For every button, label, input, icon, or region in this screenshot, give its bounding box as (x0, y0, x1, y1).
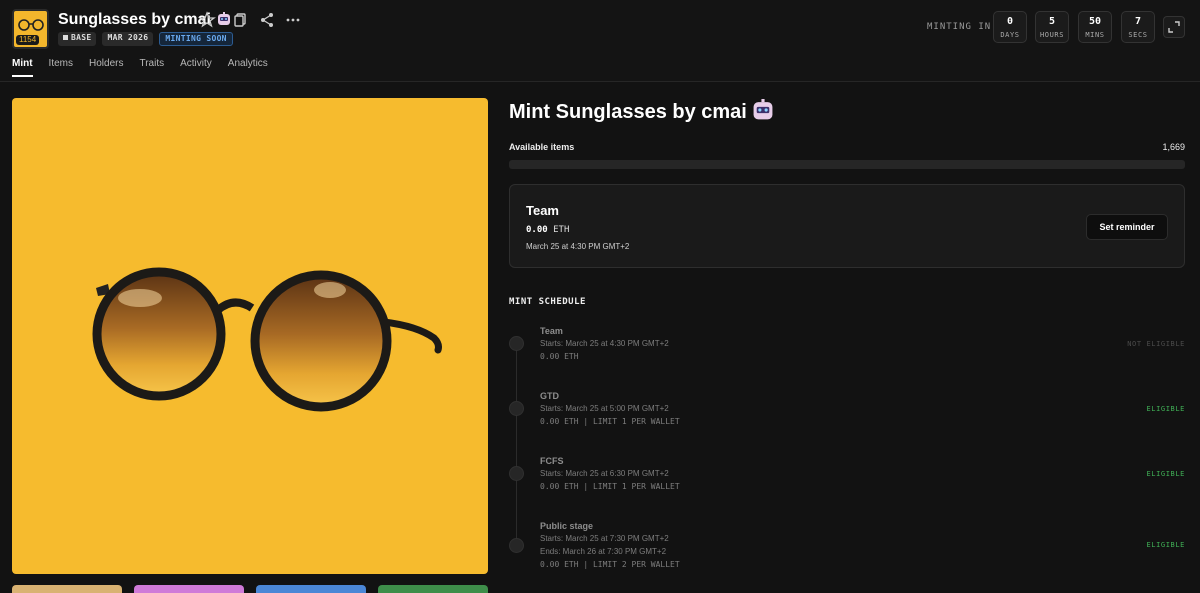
collection-title-text: Sunglasses by cmai (58, 11, 211, 28)
stage-status: ELIGIBLE (1146, 405, 1185, 413)
stage-name: GTD (540, 391, 559, 401)
countdown-label: MINTING IN (927, 22, 992, 32)
countdown-days: 0 DAYS (993, 11, 1027, 43)
thumbnail-3[interactable] (256, 585, 366, 593)
current-stage-date: March 25 at 4:30 PM GMT+2 (526, 242, 630, 251)
chain-tag: BASE (58, 32, 97, 46)
collection-hero-image[interactable] (12, 98, 488, 574)
stage-name: Team (540, 326, 563, 336)
current-stage-price-value: 0.00 (526, 225, 548, 235)
thumbnail-strip (12, 585, 488, 593)
thumbnail-1[interactable] (12, 585, 122, 593)
stage-details: 0.00 ETH | LIMIT 2 PER WALLET (540, 560, 680, 569)
sunglasses-artwork (92, 267, 442, 412)
robot-icon (753, 99, 773, 120)
countdown-secs-value: 7 (1134, 16, 1142, 27)
stage-details: 0.00 ETH | LIMIT 1 PER WALLET (540, 417, 680, 426)
status-badge: MINTING SOON (159, 32, 233, 46)
tab-traits[interactable]: Traits (139, 58, 164, 77)
set-reminder-button[interactable]: Set reminder (1086, 214, 1168, 240)
countdown-secs-label: SECS (1128, 31, 1148, 39)
more-icon[interactable] (284, 11, 302, 29)
countdown-mins-value: 50 (1088, 16, 1102, 27)
mint-title-text: Mint Sunglasses by cmai (509, 101, 747, 123)
stage-bullet (509, 401, 524, 416)
stage-bullet (509, 538, 524, 553)
tab-holders[interactable]: Holders (89, 58, 123, 77)
available-items-label: Available items (509, 142, 575, 152)
mint-progress-bar (509, 160, 1185, 169)
tab-mint[interactable]: Mint (12, 58, 33, 77)
stage-name: Public stage (540, 521, 594, 531)
countdown-days-value: 0 (1006, 16, 1014, 27)
mint-title: Mint Sunglasses by cmai (509, 99, 774, 124)
stage-starts: Starts: March 25 at 5:00 PM GMT+2 (540, 404, 669, 413)
countdown-mins-label: MINS (1085, 31, 1105, 39)
sunglasses-icon (18, 19, 44, 31)
timeline-line (516, 344, 517, 550)
countdown-hours-label: HOURS (1039, 31, 1065, 39)
stage-starts: Starts: March 25 at 4:30 PM GMT+2 (540, 339, 669, 348)
expand-button[interactable] (1163, 16, 1185, 38)
current-stage-name: Team (526, 203, 559, 218)
stage-ends: Ends: March 26 at 7:30 PM GMT+2 (540, 547, 667, 556)
stage-details: 0.00 ETH (540, 352, 579, 361)
countdown-days-label: DAYS (1000, 31, 1020, 39)
stage-status: ELIGIBLE (1146, 470, 1185, 478)
countdown-secs: 7 SECS (1121, 11, 1155, 43)
current-stage-card: Team 0.00 ETH March 25 at 4:30 PM GMT+2 … (509, 184, 1185, 268)
copy-icon[interactable] (231, 11, 249, 29)
stage-status: NOT ELIGIBLE (1127, 340, 1185, 348)
collection-tabs: Mint Items Holders Traits Activity Analy… (12, 58, 284, 77)
collection-logo[interactable]: 1154 (12, 9, 49, 49)
current-stage-currency: ETH (553, 225, 570, 235)
mint-schedule-title: MINT SCHEDULE (509, 297, 586, 307)
tab-analytics[interactable]: Analytics (228, 58, 268, 77)
logo-badge: 1154 (16, 35, 40, 45)
current-stage-price: 0.00 ETH (526, 225, 569, 235)
tab-items[interactable]: Items (49, 58, 73, 77)
thumbnail-4[interactable] (378, 585, 488, 593)
star-icon[interactable] (198, 11, 216, 29)
stage-starts: Starts: March 25 at 7:30 PM GMT+2 (540, 534, 669, 543)
stage-bullet (509, 336, 524, 351)
stage-bullet (509, 466, 524, 481)
chain-tag-label: BASE (71, 33, 92, 42)
share-icon[interactable] (258, 11, 276, 29)
stage-starts: Starts: March 25 at 6:30 PM GMT+2 (540, 469, 669, 478)
date-tag: MAR 2026 (102, 32, 154, 46)
stage-details: 0.00 ETH | LIMIT 1 PER WALLET (540, 482, 680, 491)
expand-icon (1168, 21, 1180, 33)
collection-tags: BASE MAR 2026 MINTING SOON (58, 32, 233, 46)
countdown-mins: 50 MINS (1078, 11, 1112, 43)
robot-icon (218, 12, 231, 25)
available-items-value: 1,669 (1162, 142, 1185, 152)
chain-icon (63, 35, 68, 40)
tab-activity[interactable]: Activity (180, 58, 212, 77)
countdown-hours-value: 5 (1048, 16, 1056, 27)
collection-header: 1154 Sunglasses by cmai BASE MAR 2026 MI… (0, 0, 1200, 82)
countdown-hours: 5 HOURS (1035, 11, 1069, 43)
stage-status: ELIGIBLE (1146, 541, 1185, 549)
stage-name: FCFS (540, 456, 564, 466)
thumbnail-2[interactable] (134, 585, 244, 593)
